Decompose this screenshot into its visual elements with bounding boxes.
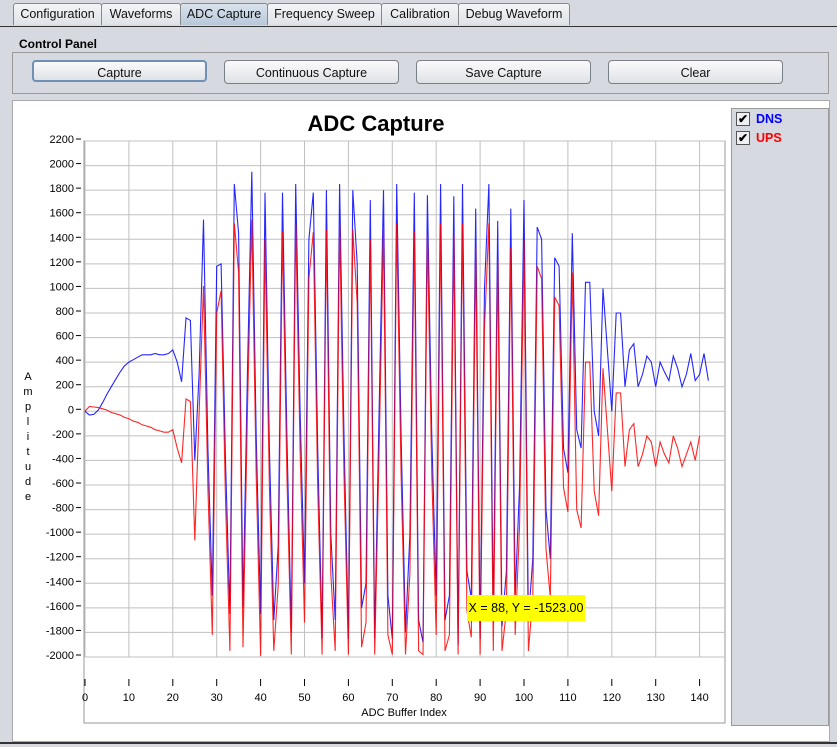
y-axis-label-letter: i bbox=[27, 431, 29, 443]
checkbox-checked-icon[interactable]: ✔ bbox=[736, 112, 750, 126]
x-tick-label: 20 bbox=[167, 692, 179, 704]
x-tick-label: 40 bbox=[254, 692, 266, 704]
y-axis-label-letter: m bbox=[23, 386, 32, 398]
x-tick-label: 90 bbox=[474, 692, 486, 704]
divider bbox=[0, 742, 837, 744]
checkbox-checked-icon[interactable]: ✔ bbox=[736, 131, 750, 145]
x-tick-label: 120 bbox=[603, 692, 621, 704]
y-axis-label-letter: A bbox=[24, 371, 32, 383]
y-axis-label-letter: t bbox=[26, 446, 29, 458]
y-axis-label: Amplitude bbox=[23, 371, 32, 503]
y-tick-label: 1800 bbox=[50, 183, 74, 195]
y-tick-label: -1800 bbox=[46, 625, 74, 637]
y-tick-label: 2000 bbox=[50, 159, 74, 171]
y-tick-label: -600 bbox=[52, 478, 74, 490]
y-axis-label-letter: u bbox=[25, 461, 31, 473]
legend-label-ups: UPS bbox=[756, 131, 782, 145]
y-tick-label: 0 bbox=[68, 404, 74, 416]
legend-item-dns[interactable]: ✔ DNS bbox=[736, 111, 782, 127]
x-tick-label: 130 bbox=[647, 692, 665, 704]
y-tick-label: -200 bbox=[52, 429, 74, 441]
y-tick-label: 1400 bbox=[50, 232, 74, 244]
x-tick-label: 60 bbox=[342, 692, 354, 704]
data-point-tooltip: X = 88, Y = -1523.00 bbox=[467, 595, 585, 621]
x-tick-label: 10 bbox=[123, 692, 135, 704]
x-tick-label: 100 bbox=[515, 692, 533, 704]
x-axis-label: ADC Buffer Index bbox=[361, 707, 447, 719]
y-tick-label: 1600 bbox=[50, 208, 74, 220]
adc-capture-chart[interactable]: ADC Capture 2200200018001600140012001000… bbox=[0, 0, 837, 747]
y-axis-label-letter: d bbox=[25, 476, 31, 488]
y-tick-label: 200 bbox=[56, 380, 74, 392]
y-tick-label: -2000 bbox=[46, 650, 74, 662]
y-tick-label: -800 bbox=[52, 503, 74, 515]
x-tick-label: 110 bbox=[559, 692, 577, 704]
y-axis-label-letter: e bbox=[25, 491, 31, 503]
y-tick-label: 1200 bbox=[50, 257, 74, 269]
x-tick-label: 0 bbox=[82, 692, 88, 704]
y-tick-label: -400 bbox=[52, 453, 74, 465]
y-tick-label: 2200 bbox=[50, 134, 74, 146]
chart-title: ADC Capture bbox=[308, 111, 445, 136]
x-tick-label: 70 bbox=[386, 692, 398, 704]
y-tick-label: -1200 bbox=[46, 552, 74, 564]
y-tick-label: 800 bbox=[56, 306, 74, 318]
x-tick-label: 140 bbox=[690, 692, 708, 704]
x-tick-label: 30 bbox=[211, 692, 223, 704]
y-axis-label-letter: p bbox=[25, 401, 31, 413]
x-tick-label: 50 bbox=[298, 692, 310, 704]
y-tick-label: 400 bbox=[56, 355, 74, 367]
legend-panel: ✔ DNS ✔ UPS bbox=[731, 108, 829, 726]
y-tick-label: -1400 bbox=[46, 576, 74, 588]
y-tick-label: -1600 bbox=[46, 601, 74, 613]
y-tick-label: 1000 bbox=[50, 281, 74, 293]
x-tick-label: 80 bbox=[430, 692, 442, 704]
y-tick-label: -1000 bbox=[46, 527, 74, 539]
y-axis-label-letter: l bbox=[27, 416, 29, 428]
legend-label-dns: DNS bbox=[756, 112, 783, 126]
legend-item-ups[interactable]: ✔ UPS bbox=[736, 130, 782, 146]
y-tick-label: 600 bbox=[56, 331, 74, 343]
